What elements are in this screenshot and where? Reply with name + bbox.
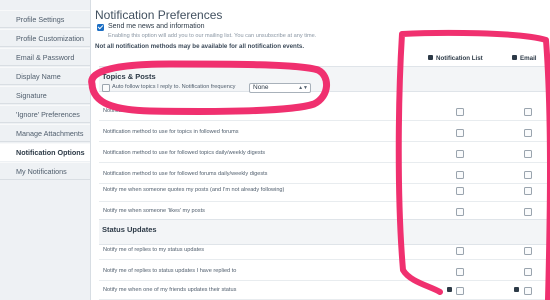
row-label: Notify me of replies to status updates I… [103,268,237,274]
row-label: Notify me when someone 'likes' my posts [103,208,205,214]
sidebar-item-profile-settings[interactable]: Profile Settings [0,10,90,28]
email-checkbox[interactable] [524,108,532,116]
email-checkbox[interactable] [524,287,532,295]
column-header-email-label: Email [520,55,537,62]
notification-list-checkbox[interactable] [456,247,464,255]
sidebar-item-signature[interactable]: Signature [0,86,90,104]
notification-list-icon [428,55,433,61]
page-title: Notification Preferences [95,8,223,22]
section-title-status: Status Updates [102,225,157,234]
sidebar-item-manage-attachments[interactable]: Manage Attachments [0,124,90,142]
column-header-notification-list-label: Notification List [436,55,483,62]
row-label: Notification method to use for followed … [103,150,265,156]
sidebar-item-display-name[interactable]: Display Name [0,67,90,85]
email-checkbox[interactable] [524,208,532,216]
email-checkbox[interactable] [524,247,532,255]
notification-list-checkbox[interactable] [456,268,464,276]
row-label: Notify me of replies to my status update… [103,247,205,253]
news-label: Send me news and information [108,23,205,30]
notification-list-checkbox[interactable] [456,171,464,179]
table-row: Notify me when someone 'likes' my posts [99,201,550,221]
row-label: Notification method to use for topics in… [103,129,239,135]
sidebar-item-ignore-preferences[interactable]: 'Ignore' Preferences [0,105,90,123]
notification-list-checkbox[interactable] [456,287,464,295]
table-row: Notification method to use for followed … [99,143,550,163]
select-arrows-icon: ▲▼ [298,85,308,91]
table-row: Notify me of replies to my status update… [99,240,550,260]
notification-list-checkbox[interactable] [456,187,464,195]
email-checkbox[interactable] [524,150,532,158]
sidebar-item-profile-customization[interactable]: Profile Customization [0,29,90,47]
email-checkbox[interactable] [524,268,532,276]
notification-list-checkbox[interactable] [456,150,464,158]
notification-list-icon [447,287,452,292]
frequency-select[interactable]: None ▲▼ [249,83,311,93]
auto-follow-label: Auto follow topics I reply to. Notificat… [112,84,236,90]
email-checkbox[interactable] [524,171,532,179]
sidebar-item-my-notifications[interactable]: My Notifications [0,162,90,180]
availability-notice: Not all notification methods may be avai… [95,43,305,50]
news-hint: Enabling this option will add you to our… [108,33,317,39]
notification-list-checkbox[interactable] [456,129,464,137]
row-label: Notify me when one of my friends updates… [103,287,237,293]
row-label: Notification method to use for followed … [103,171,268,177]
column-header-email: Email [512,55,537,62]
notification-list-checkbox[interactable] [456,208,464,216]
table-row: Notification method to use for replies t… [99,101,550,121]
table-row: Notify me of replies to status updates I… [99,261,550,281]
table-row: Notify me when someone quotes my posts (… [99,180,550,202]
main-panel: Notification Preferences Send me news an… [90,0,550,300]
sidebar: Profile Settings Profile Customization E… [0,0,90,300]
notification-list-checkbox[interactable] [456,108,464,116]
email-icon [514,287,519,292]
section-title-topics: Topics & Posts [102,72,156,81]
news-checkbox[interactable] [97,24,104,31]
email-checkbox[interactable] [524,187,532,195]
email-checkbox[interactable] [524,129,532,137]
sidebar-item-notification-options[interactable]: Notification Options [0,143,90,161]
auto-follow-checkbox[interactable] [102,84,110,92]
row-label: Notify me when someone quotes my posts (… [103,187,285,193]
table-row: Notify me when one of my friends updates… [99,280,550,300]
table-row: Notification method to use for topics in… [99,122,550,142]
frequency-value: None [253,84,269,91]
sidebar-item-email-password[interactable]: Email & Password [0,48,90,66]
column-header-notification-list: Notification List [428,55,483,62]
row-label: Notification method to use for replies t… [103,108,239,114]
email-icon [512,55,517,61]
